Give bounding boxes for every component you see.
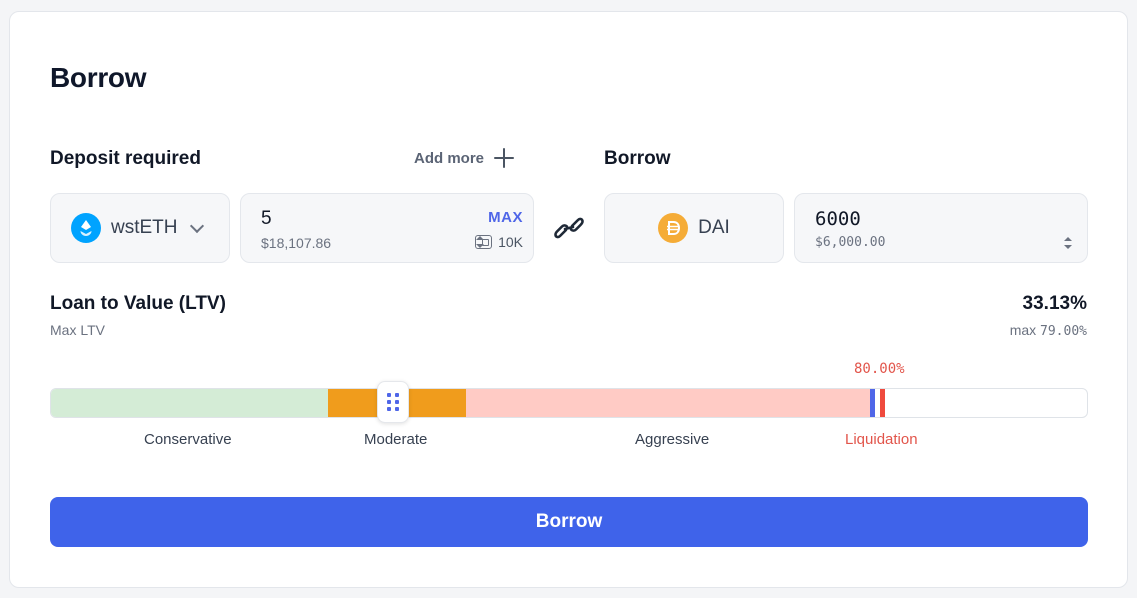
borrow-card: Borrow Deposit required Add more Borrow … [9, 11, 1128, 588]
grip-dot [395, 407, 399, 411]
ltv-label: Loan to Value (LTV) [50, 293, 226, 314]
grip-dot [387, 407, 391, 411]
max-button[interactable]: MAX [488, 209, 523, 226]
deposit-token-select[interactable]: wstETH [50, 193, 230, 263]
liquidation-threshold-label: 80.00% [854, 361, 905, 377]
add-more-button[interactable]: Add more [414, 148, 515, 168]
deposit-amount-field[interactable]: 5 $18,107.86 MAX 10K [240, 193, 534, 263]
deposit-balance: 10K [475, 234, 523, 250]
borrow-amount-stepper[interactable] [1063, 237, 1073, 249]
plus-icon [494, 148, 515, 168]
grip-dot [395, 400, 399, 404]
deposit-token-name: wstETH [111, 217, 178, 238]
max-ltv-prefix: max [1009, 322, 1037, 338]
dai-token-icon [658, 213, 689, 243]
borrow-amount-usd: $6,000.00 [815, 235, 886, 250]
grip-dot [395, 393, 399, 397]
ltv-slider-track[interactable] [50, 388, 1088, 418]
link-icon[interactable] [553, 215, 585, 241]
zone-label-aggressive: Aggressive [635, 431, 710, 448]
max-ltv-marker [870, 389, 875, 417]
max-ltv-label: Max LTV [50, 322, 105, 338]
zone-label-liquidation: Liquidation [845, 431, 918, 448]
page-title: Borrow [50, 62, 147, 93]
conservative-zone [51, 389, 328, 417]
borrow-section-label: Borrow [604, 148, 671, 169]
grip-dot [387, 400, 391, 404]
wsteth-token-icon [71, 213, 101, 243]
borrow-button[interactable]: Borrow [50, 497, 1088, 547]
aggressive-zone [466, 389, 870, 417]
deposit-amount-input[interactable]: 5 [261, 208, 523, 230]
grip-dot [387, 393, 391, 397]
chevron-down-icon [189, 218, 204, 233]
wallet-icon [475, 235, 493, 249]
ltv-value: 33.13% [1022, 293, 1087, 314]
max-ltv-value: max 79.00% [1010, 322, 1087, 339]
deposit-section-label: Deposit required [50, 148, 201, 169]
borrow-token-display: DAI [604, 193, 784, 263]
borrow-token-name: DAI [698, 217, 730, 238]
borrow-amount-field[interactable]: 6000 $6,000.00 [794, 193, 1088, 263]
max-ltv-number: 79.00% [1040, 324, 1087, 339]
ltv-slider-handle[interactable] [377, 381, 409, 423]
add-more-label: Add more [414, 149, 485, 167]
liquidation-marker [880, 389, 885, 417]
deposit-balance-value: 10K [498, 234, 523, 250]
borrow-amount-input[interactable]: 6000 [815, 208, 1077, 230]
zone-label-conservative: Conservative [144, 431, 232, 448]
zone-label-moderate: Moderate [364, 431, 428, 448]
